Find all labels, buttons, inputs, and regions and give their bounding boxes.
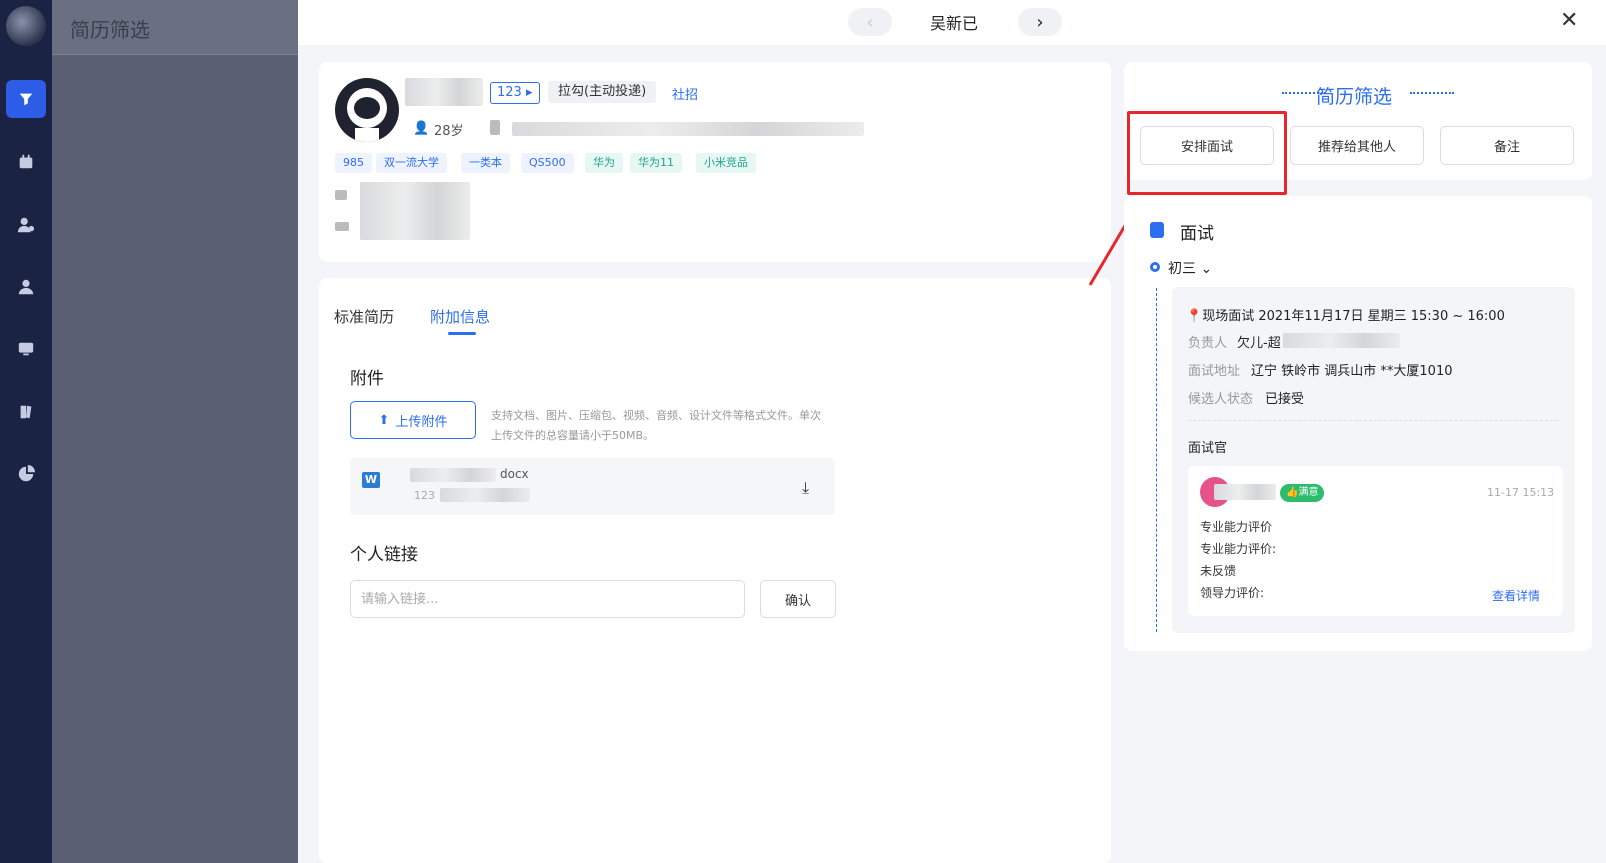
- id-tag-label: 123: [497, 85, 522, 100]
- source-tag: 拉勾(主动投递): [548, 81, 657, 103]
- candidate-name-redacted: [405, 78, 483, 106]
- interview-summary-text: 现场面试 2021年11月17日 星期三 15:30 ~ 16:00: [1202, 309, 1505, 324]
- underlay-title: 简历筛选: [70, 18, 150, 42]
- file-name-redacted: [410, 468, 496, 482]
- attachment-file-row[interactable]: [350, 458, 835, 515]
- candidate-tag: 一类本: [461, 153, 510, 173]
- upload-attachment-button[interactable]: ⬆ 上传附件: [350, 401, 476, 439]
- divider: [1188, 420, 1558, 421]
- upload-icon: ⬆: [378, 412, 390, 428]
- interview-icon: [1150, 222, 1164, 238]
- note-button[interactable]: 备注: [1440, 126, 1574, 165]
- nav-filter-icon[interactable]: [6, 80, 46, 118]
- upload-hint: 支持文档、图片、压缩包、视频、音频、设计文件等格式文件。单次上传文件的总容量请小…: [491, 409, 821, 442]
- address-label: 面试地址: [1188, 364, 1241, 379]
- close-icon[interactable]: ✕: [1560, 8, 1578, 33]
- candidate-tag: 双一流大学: [376, 153, 447, 173]
- candidate-tag: 华为11: [630, 153, 682, 173]
- chevron-down-icon: ⌄: [1200, 261, 1213, 277]
- view-details-link[interactable]: 查看详情: [1492, 587, 1540, 604]
- file-size-redacted: [440, 488, 530, 502]
- interviewer-name-redacted: [1214, 484, 1276, 500]
- app-logo[interactable]: [6, 6, 46, 46]
- feedback-line: 专业能力评价:: [1200, 542, 1277, 556]
- file-name-suffix: docx: [500, 467, 529, 481]
- location-pin-icon: 📍: [1186, 309, 1203, 324]
- attachments-title: 附件: [350, 369, 384, 389]
- status-label: 候选人状态: [1188, 392, 1254, 407]
- tab-standard-resume[interactable]: 标准简历: [334, 306, 394, 327]
- nav-calendar-icon[interactable]: [6, 143, 46, 181]
- upload-label: 上传附件: [395, 414, 448, 430]
- nav-chart-icon[interactable]: [6, 455, 46, 493]
- personal-links-title: 个人链接: [350, 545, 418, 565]
- download-icon[interactable]: ⤓: [802, 478, 809, 498]
- left-nav: [0, 0, 52, 863]
- thumbs-up-icon: 👍: [1286, 487, 1299, 498]
- underlay-page: [52, 0, 298, 863]
- feedback-line: 领导力评价:: [1200, 586, 1265, 600]
- interview-round-select[interactable]: 初三 ⌄: [1168, 258, 1212, 278]
- screening-title: 简历筛选: [1316, 86, 1393, 108]
- avatar: [335, 78, 399, 142]
- tab-additional-info[interactable]: 附加信息: [430, 306, 490, 327]
- nav-user-settings-icon[interactable]: [6, 206, 46, 244]
- nav-person-icon[interactable]: [6, 268, 46, 306]
- briefcase-icon: [335, 190, 347, 200]
- tab-active-indicator: [448, 332, 476, 335]
- interviewer-title: 面试官: [1188, 441, 1228, 456]
- owner-label: 负责人: [1188, 336, 1228, 351]
- candidate-name: 吴新已: [930, 14, 979, 33]
- word-file-icon: W: [362, 472, 380, 488]
- highlight-box: [1127, 111, 1287, 195]
- timeline-line: [1156, 288, 1157, 632]
- confirm-link-button[interactable]: 确认: [760, 580, 836, 618]
- contact-redacted: [512, 122, 864, 136]
- feedback-line: 未反馈: [1200, 564, 1237, 578]
- interview-title: 面试: [1180, 224, 1214, 244]
- nav-book-icon[interactable]: [6, 393, 46, 431]
- recommend-others-button[interactable]: 推荐给其他人: [1290, 126, 1424, 165]
- title-dots-right: [1410, 92, 1454, 94]
- file-size-prefix: 123: [414, 489, 435, 502]
- resume-card: [319, 278, 1111, 863]
- candidate-age: 28岁: [434, 124, 464, 139]
- satisfied-badge: 👍满意: [1280, 484, 1325, 502]
- satisfied-badge-label: 满意: [1298, 487, 1319, 498]
- link-input[interactable]: [350, 580, 745, 618]
- status-value: 已接受: [1265, 392, 1305, 407]
- address-value: 辽宁 铁岭市 调兵山市 **大厦1010: [1251, 364, 1453, 379]
- candidate-tag: 985: [335, 153, 372, 173]
- candidate-tag: QS500: [521, 153, 574, 173]
- person-icon: 👤: [413, 121, 430, 136]
- next-candidate-button[interactable]: ›: [1018, 8, 1062, 36]
- feedback-time: 11-17 15:13: [1487, 486, 1555, 499]
- nav-screen-icon[interactable]: [6, 330, 46, 368]
- feedback-line: 专业能力评价: [1200, 520, 1273, 534]
- round-label: 初三: [1168, 261, 1196, 277]
- prev-candidate-button[interactable]: ‹: [848, 8, 892, 36]
- timeline-dot: [1150, 262, 1160, 272]
- education-redacted: [360, 182, 470, 240]
- recruit-type-tag: 社招: [672, 88, 699, 103]
- id-tag[interactable]: 123 ▸: [490, 82, 540, 104]
- interview-summary: 📍现场面试 2021年11月17日 星期三 15:30 ~ 16:00: [1186, 305, 1505, 324]
- graduation-icon: [335, 222, 349, 231]
- candidate-tag: 华为: [585, 153, 623, 173]
- owner-redacted: [1283, 333, 1400, 348]
- phone-icon: [490, 120, 500, 135]
- owner-value: 欠儿-超: [1237, 336, 1281, 351]
- candidate-tag: 小米竞品: [696, 153, 756, 173]
